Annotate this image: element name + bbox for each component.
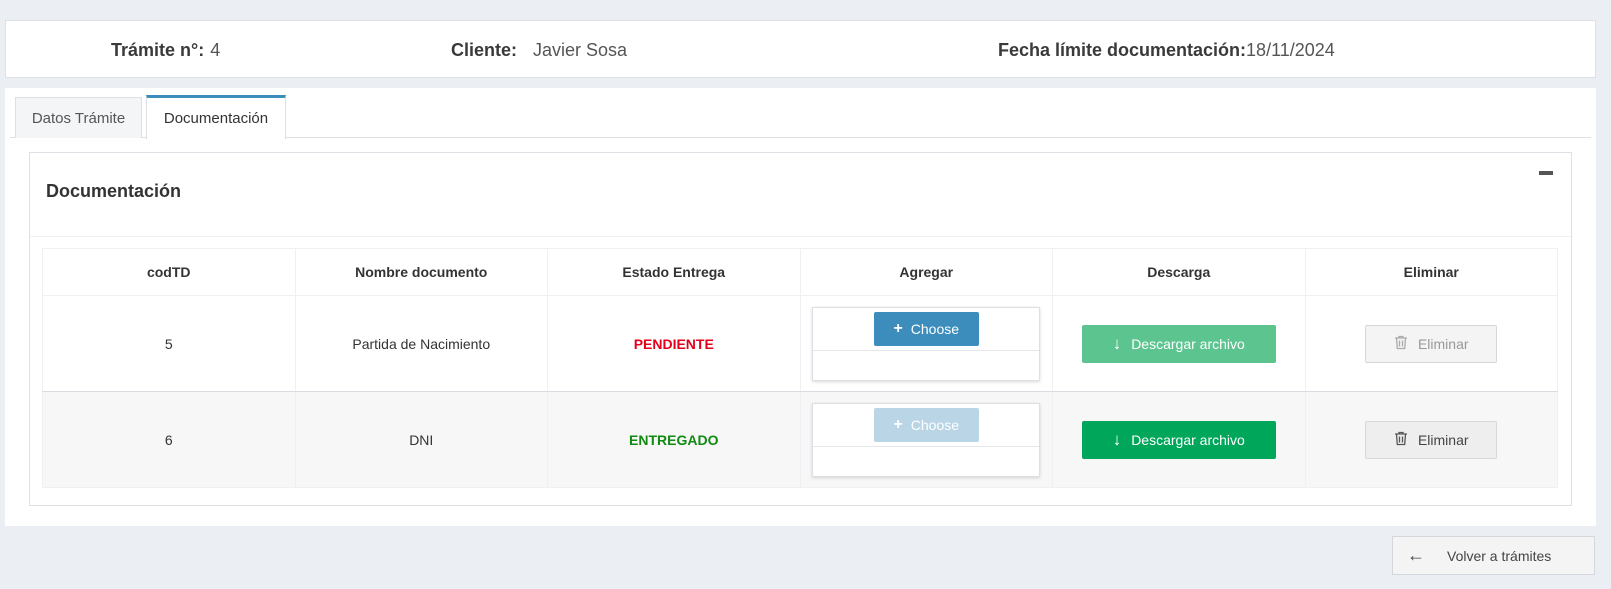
main-panel: Datos Trámite Documentación Documentació…: [5, 88, 1596, 526]
file-upload-toolbar: + Choose: [813, 404, 1040, 447]
status-badge: PENDIENTE: [633, 335, 714, 352]
delete-label: Eliminar: [1417, 335, 1469, 352]
table-row: 5 Partida de Nacimiento PENDIENTE + Choo…: [42, 295, 1558, 392]
trash-icon: [1394, 431, 1408, 449]
back-label: Volver a trámites: [1447, 547, 1552, 564]
delete-label: Eliminar: [1417, 431, 1469, 448]
estado-cell: PENDIENTE: [547, 295, 801, 392]
agregar-cell: + Choose: [799, 295, 1053, 392]
back-to-tramites-button[interactable]: ← Volver a trámites: [1392, 536, 1595, 575]
download-label: Descargar archivo: [1131, 431, 1245, 448]
codtd-cell: 5: [42, 295, 296, 392]
tab-bar: Datos Trámite Documentación: [10, 95, 1591, 139]
estado-cell: ENTREGADO: [547, 391, 801, 488]
tab-documentacion[interactable]: Documentación: [146, 95, 286, 139]
descarga-cell: ↓ Descargar archivo: [1052, 295, 1306, 392]
plus-icon: +: [893, 415, 903, 433]
tramite-number-value: 4: [210, 39, 221, 60]
choose-label: Choose: [910, 320, 960, 337]
column-header-descarga: Descarga: [1052, 248, 1306, 296]
minus-icon[interactable]: [1539, 171, 1553, 175]
column-header-nombre: Nombre documento: [294, 248, 548, 296]
column-header-eliminar: Eliminar: [1304, 248, 1558, 296]
divider: [30, 236, 1571, 237]
tab-datos-tramite[interactable]: Datos Trámite: [15, 97, 142, 138]
column-header-codtd: codTD: [42, 248, 296, 296]
choose-file-button[interactable]: + Choose: [873, 407, 979, 442]
delete-button[interactable]: Eliminar: [1365, 324, 1498, 363]
agregar-cell: + Choose: [799, 391, 1053, 488]
arrow-left-icon: ←: [1407, 545, 1425, 565]
trash-icon: [1394, 335, 1408, 353]
box-title: Documentación: [46, 181, 182, 201]
column-header-agregar: Agregar: [799, 248, 1053, 296]
eliminar-cell: Eliminar: [1304, 295, 1558, 392]
codtd-cell: 6: [42, 391, 296, 488]
status-badge: ENTREGADO: [629, 431, 719, 448]
table-header-row: codTD Nombre documento Estado Entrega Ag…: [42, 248, 1558, 296]
download-file-button[interactable]: ↓ Descargar archivo: [1081, 420, 1276, 459]
choose-file-button[interactable]: + Choose: [873, 311, 979, 346]
fecha-limite-field: Fecha límite documentación: 18/11/2024: [998, 21, 1335, 79]
nombre-cell: DNI: [294, 391, 548, 488]
cliente-label: Cliente:: [451, 39, 518, 60]
tramite-number-label: Trámite n°:: [111, 39, 205, 60]
file-upload-toolbar: + Choose: [813, 308, 1040, 351]
arrow-down-icon: ↓: [1112, 333, 1122, 353]
eliminar-cell: Eliminar: [1304, 391, 1558, 488]
tramite-header: Trámite n°: 4 Cliente: Javier Sosa Fecha…: [5, 20, 1596, 78]
cliente-value: Javier Sosa: [533, 39, 628, 60]
file-upload-widget: + Choose: [812, 402, 1041, 477]
file-upload-widget: + Choose: [812, 306, 1041, 381]
column-header-estado: Estado Entrega: [547, 248, 801, 296]
plus-icon: +: [893, 319, 903, 337]
table-row: 6 DNI ENTREGADO + Choose ↓ Descargar arc…: [42, 391, 1558, 488]
nombre-cell: Partida de Nacimiento: [294, 295, 548, 392]
tramite-number-field: Trámite n°: 4: [111, 21, 220, 79]
fecha-limite-label: Fecha límite documentación:: [998, 39, 1247, 60]
fecha-limite-value: 18/11/2024: [1246, 39, 1335, 60]
arrow-down-icon: ↓: [1112, 429, 1122, 449]
documentacion-box: Documentación codTD Nombre documento Est…: [29, 152, 1572, 506]
cliente-field: Cliente: Javier Sosa: [451, 21, 627, 79]
choose-label: Choose: [910, 416, 960, 433]
descarga-cell: ↓ Descargar archivo: [1052, 391, 1306, 488]
delete-button[interactable]: Eliminar: [1365, 420, 1498, 459]
documents-table: codTD Nombre documento Estado Entrega Ag…: [42, 248, 1558, 488]
download-file-button[interactable]: ↓ Descargar archivo: [1081, 324, 1276, 363]
download-label: Descargar archivo: [1131, 335, 1245, 352]
